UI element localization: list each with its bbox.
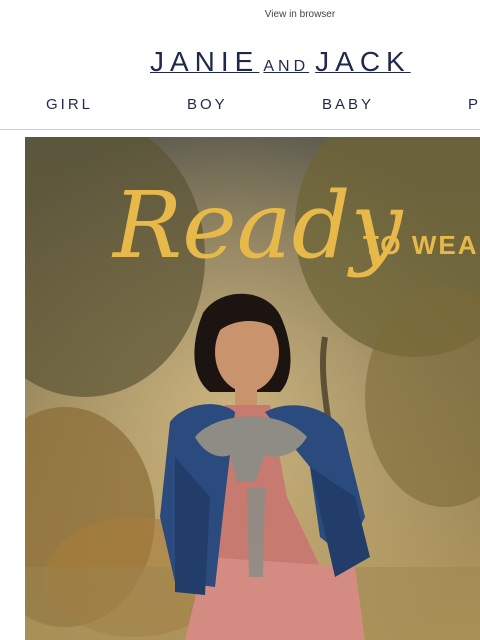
nav-item-girl[interactable]: GIRL bbox=[46, 96, 93, 113]
nav-item-baby[interactable]: BABY bbox=[322, 96, 374, 113]
hero-banner[interactable]: Ready TO WEAR bbox=[25, 137, 480, 640]
brand-logo-part1: JANIE bbox=[150, 46, 260, 77]
nav-item-partial[interactable]: P bbox=[468, 96, 480, 113]
hero-headline-caps: TO WEAR bbox=[363, 230, 480, 260]
brand-logo-part3: JACK bbox=[315, 46, 411, 77]
header-divider bbox=[0, 129, 480, 130]
view-in-browser-link[interactable]: View in browser bbox=[0, 9, 480, 20]
hero-headline-script: Ready bbox=[111, 172, 403, 279]
nav-item-boy[interactable]: BOY bbox=[187, 96, 228, 113]
brand-logo[interactable]: JANIE AND JACK bbox=[150, 46, 411, 78]
brand-logo-and: AND bbox=[263, 58, 310, 75]
hero-illustration: Ready TO WEAR bbox=[25, 137, 480, 640]
main-nav: GIRL BOY BABY P bbox=[0, 96, 480, 116]
